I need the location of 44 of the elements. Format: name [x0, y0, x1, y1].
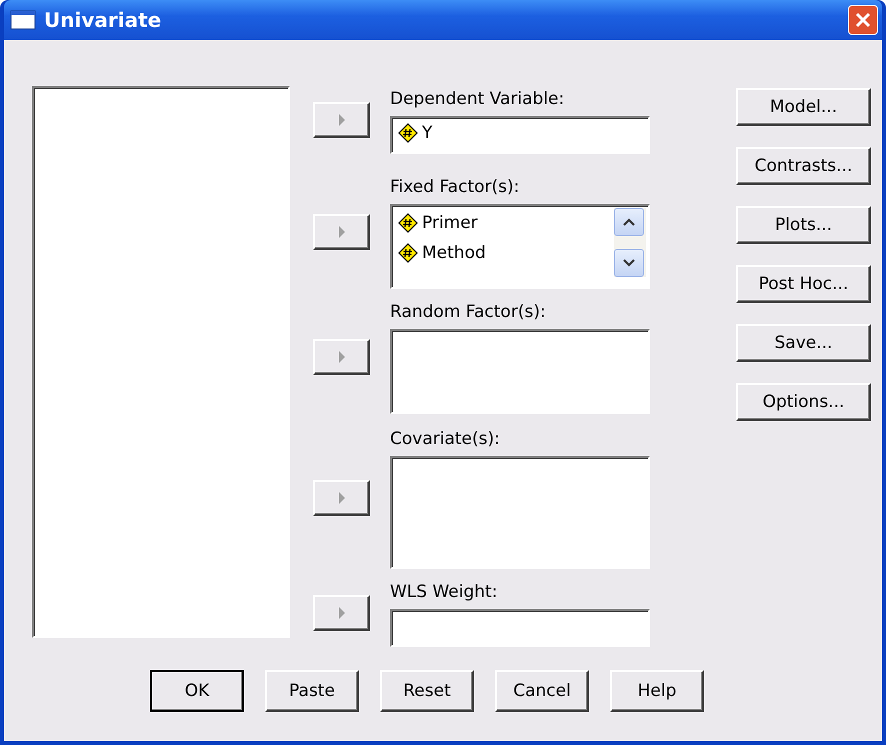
target-label: Covariate(s): [390, 428, 501, 451]
dialog-button[interactable]: Post Hoc... [736, 265, 871, 303]
chevron-up-icon [623, 218, 635, 226]
target-label: Fixed Factor(s): [390, 176, 520, 199]
triangle-right-icon [338, 350, 346, 364]
dialog-button[interactable]: Plots... [736, 206, 871, 244]
variable-item[interactable]: Method [398, 240, 610, 266]
variable-field[interactable]: Y [390, 116, 650, 154]
move-arrow-button[interactable] [313, 214, 370, 250]
move-arrow-button[interactable] [313, 102, 370, 138]
close-icon [854, 11, 872, 29]
target-label: WLS Weight: [390, 581, 498, 604]
variable-field[interactable] [390, 609, 650, 647]
dialog-button[interactable]: Reset [380, 670, 474, 712]
variable-listbox[interactable] [390, 456, 650, 569]
chevron-down-icon [623, 259, 635, 267]
triangle-right-icon [338, 113, 346, 127]
dialog-button[interactable]: Paste [265, 670, 359, 712]
scale-variable-icon [398, 213, 418, 233]
move-arrow-button[interactable] [313, 480, 370, 516]
variable-listbox[interactable]: Primer Method [390, 204, 650, 289]
variable-listbox[interactable] [390, 329, 650, 414]
target-label: Dependent Variable: [390, 88, 566, 111]
dialog-button[interactable]: OK [150, 670, 244, 712]
dialog-button[interactable]: Contrasts... [736, 147, 871, 185]
move-arrow-button[interactable] [313, 595, 370, 631]
move-arrow-button[interactable] [313, 338, 370, 374]
dialog-button[interactable]: Model... [736, 88, 871, 126]
dialog-button[interactable]: Cancel [495, 670, 589, 712]
variable-item[interactable]: Y [398, 120, 610, 146]
variable-item[interactable]: Primer [398, 210, 610, 236]
triangle-right-icon [338, 490, 346, 504]
dialog-button[interactable]: Help [610, 670, 704, 712]
window-icon [10, 10, 36, 30]
scale-variable-icon [398, 123, 418, 143]
window-title: Univariate [44, 8, 162, 32]
triangle-right-icon [338, 224, 346, 238]
dialog-button[interactable]: Options... [736, 383, 871, 421]
target-label: Random Factor(s): [390, 301, 547, 324]
dialog-button[interactable]: Save... [736, 324, 871, 362]
triangle-right-icon [338, 606, 346, 620]
close-button[interactable] [848, 5, 878, 35]
scrollbar[interactable] [614, 208, 646, 277]
scale-variable-icon [398, 243, 418, 263]
